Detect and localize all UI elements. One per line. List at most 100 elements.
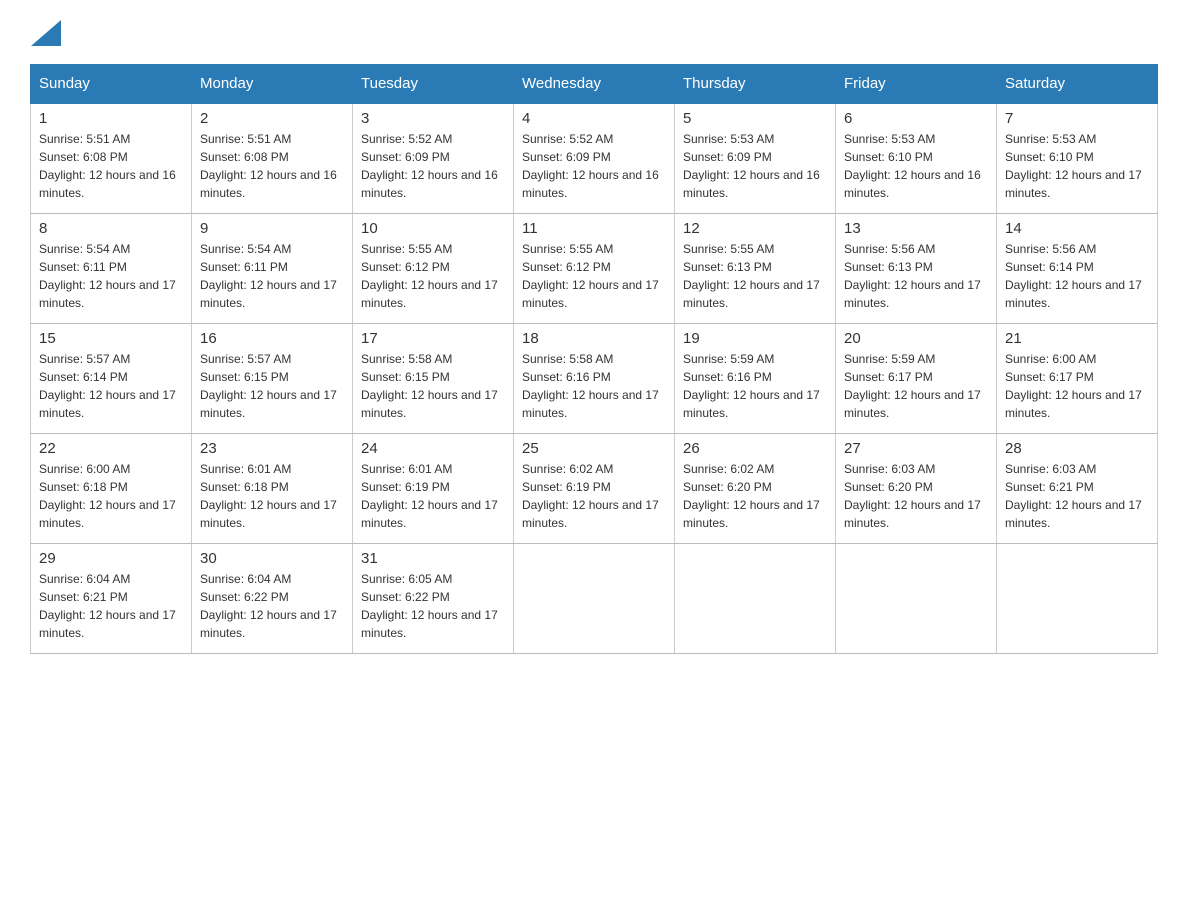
day-info: Sunrise: 6:05 AM Sunset: 6:22 PM Dayligh… xyxy=(361,570,505,642)
day-info: Sunrise: 6:00 AM Sunset: 6:17 PM Dayligh… xyxy=(1005,350,1149,422)
day-info: Sunrise: 5:52 AM Sunset: 6:09 PM Dayligh… xyxy=(361,130,505,202)
calendar-cell: 2 Sunrise: 5:51 AM Sunset: 6:08 PM Dayli… xyxy=(192,103,353,213)
day-number: 6 xyxy=(844,110,988,127)
calendar-header-row: SundayMondayTuesdayWednesdayThursdayFrid… xyxy=(31,65,1158,104)
day-info: Sunrise: 5:55 AM Sunset: 6:12 PM Dayligh… xyxy=(522,240,666,312)
day-number: 31 xyxy=(361,550,505,567)
calendar-cell: 20 Sunrise: 5:59 AM Sunset: 6:17 PM Dayl… xyxy=(836,323,997,433)
day-number: 1 xyxy=(39,110,183,127)
day-number: 2 xyxy=(200,110,344,127)
day-info: Sunrise: 5:52 AM Sunset: 6:09 PM Dayligh… xyxy=(522,130,666,202)
calendar-cell xyxy=(997,543,1158,653)
calendar-cell: 28 Sunrise: 6:03 AM Sunset: 6:21 PM Dayl… xyxy=(997,433,1158,543)
calendar-cell: 9 Sunrise: 5:54 AM Sunset: 6:11 PM Dayli… xyxy=(192,213,353,323)
day-number: 22 xyxy=(39,440,183,457)
page-header xyxy=(30,20,1158,44)
logo xyxy=(30,20,61,44)
day-number: 26 xyxy=(683,440,827,457)
day-info: Sunrise: 6:00 AM Sunset: 6:18 PM Dayligh… xyxy=(39,460,183,532)
day-info: Sunrise: 6:04 AM Sunset: 6:21 PM Dayligh… xyxy=(39,570,183,642)
calendar-cell: 11 Sunrise: 5:55 AM Sunset: 6:12 PM Dayl… xyxy=(514,213,675,323)
day-number: 19 xyxy=(683,330,827,347)
calendar-cell: 24 Sunrise: 6:01 AM Sunset: 6:19 PM Dayl… xyxy=(353,433,514,543)
calendar-cell: 10 Sunrise: 5:55 AM Sunset: 6:12 PM Dayl… xyxy=(353,213,514,323)
header-tuesday: Tuesday xyxy=(353,65,514,104)
day-info: Sunrise: 5:57 AM Sunset: 6:15 PM Dayligh… xyxy=(200,350,344,422)
day-number: 17 xyxy=(361,330,505,347)
calendar-cell: 25 Sunrise: 6:02 AM Sunset: 6:19 PM Dayl… xyxy=(514,433,675,543)
day-info: Sunrise: 5:51 AM Sunset: 6:08 PM Dayligh… xyxy=(39,130,183,202)
calendar-cell: 31 Sunrise: 6:05 AM Sunset: 6:22 PM Dayl… xyxy=(353,543,514,653)
calendar-table: SundayMondayTuesdayWednesdayThursdayFrid… xyxy=(30,64,1158,654)
day-info: Sunrise: 5:58 AM Sunset: 6:16 PM Dayligh… xyxy=(522,350,666,422)
day-number: 8 xyxy=(39,220,183,237)
header-friday: Friday xyxy=(836,65,997,104)
day-number: 5 xyxy=(683,110,827,127)
calendar-cell: 13 Sunrise: 5:56 AM Sunset: 6:13 PM Dayl… xyxy=(836,213,997,323)
calendar-cell: 26 Sunrise: 6:02 AM Sunset: 6:20 PM Dayl… xyxy=(675,433,836,543)
calendar-cell: 27 Sunrise: 6:03 AM Sunset: 6:20 PM Dayl… xyxy=(836,433,997,543)
calendar-cell: 30 Sunrise: 6:04 AM Sunset: 6:22 PM Dayl… xyxy=(192,543,353,653)
day-info: Sunrise: 5:59 AM Sunset: 6:17 PM Dayligh… xyxy=(844,350,988,422)
day-info: Sunrise: 6:03 AM Sunset: 6:20 PM Dayligh… xyxy=(844,460,988,532)
day-number: 30 xyxy=(200,550,344,567)
day-number: 28 xyxy=(1005,440,1149,457)
calendar-cell: 3 Sunrise: 5:52 AM Sunset: 6:09 PM Dayli… xyxy=(353,103,514,213)
day-number: 21 xyxy=(1005,330,1149,347)
calendar-week-row: 22 Sunrise: 6:00 AM Sunset: 6:18 PM Dayl… xyxy=(31,433,1158,543)
calendar-cell: 29 Sunrise: 6:04 AM Sunset: 6:21 PM Dayl… xyxy=(31,543,192,653)
day-info: Sunrise: 6:02 AM Sunset: 6:20 PM Dayligh… xyxy=(683,460,827,532)
calendar-cell: 22 Sunrise: 6:00 AM Sunset: 6:18 PM Dayl… xyxy=(31,433,192,543)
day-info: Sunrise: 5:54 AM Sunset: 6:11 PM Dayligh… xyxy=(200,240,344,312)
calendar-cell: 1 Sunrise: 5:51 AM Sunset: 6:08 PM Dayli… xyxy=(31,103,192,213)
day-info: Sunrise: 5:54 AM Sunset: 6:11 PM Dayligh… xyxy=(39,240,183,312)
day-info: Sunrise: 5:53 AM Sunset: 6:09 PM Dayligh… xyxy=(683,130,827,202)
calendar-cell: 14 Sunrise: 5:56 AM Sunset: 6:14 PM Dayl… xyxy=(997,213,1158,323)
day-info: Sunrise: 6:01 AM Sunset: 6:18 PM Dayligh… xyxy=(200,460,344,532)
day-number: 23 xyxy=(200,440,344,457)
day-number: 27 xyxy=(844,440,988,457)
day-info: Sunrise: 5:53 AM Sunset: 6:10 PM Dayligh… xyxy=(844,130,988,202)
day-info: Sunrise: 6:01 AM Sunset: 6:19 PM Dayligh… xyxy=(361,460,505,532)
calendar-cell: 7 Sunrise: 5:53 AM Sunset: 6:10 PM Dayli… xyxy=(997,103,1158,213)
logo-triangle-icon xyxy=(31,20,61,46)
day-number: 14 xyxy=(1005,220,1149,237)
day-number: 29 xyxy=(39,550,183,567)
day-info: Sunrise: 5:59 AM Sunset: 6:16 PM Dayligh… xyxy=(683,350,827,422)
day-number: 13 xyxy=(844,220,988,237)
calendar-cell: 18 Sunrise: 5:58 AM Sunset: 6:16 PM Dayl… xyxy=(514,323,675,433)
calendar-cell: 8 Sunrise: 5:54 AM Sunset: 6:11 PM Dayli… xyxy=(31,213,192,323)
calendar-cell: 23 Sunrise: 6:01 AM Sunset: 6:18 PM Dayl… xyxy=(192,433,353,543)
calendar-cell: 6 Sunrise: 5:53 AM Sunset: 6:10 PM Dayli… xyxy=(836,103,997,213)
day-info: Sunrise: 6:04 AM Sunset: 6:22 PM Dayligh… xyxy=(200,570,344,642)
calendar-cell xyxy=(836,543,997,653)
day-info: Sunrise: 5:53 AM Sunset: 6:10 PM Dayligh… xyxy=(1005,130,1149,202)
calendar-cell: 19 Sunrise: 5:59 AM Sunset: 6:16 PM Dayl… xyxy=(675,323,836,433)
header-thursday: Thursday xyxy=(675,65,836,104)
day-info: Sunrise: 5:55 AM Sunset: 6:12 PM Dayligh… xyxy=(361,240,505,312)
calendar-cell: 16 Sunrise: 5:57 AM Sunset: 6:15 PM Dayl… xyxy=(192,323,353,433)
day-number: 11 xyxy=(522,220,666,237)
day-info: Sunrise: 5:58 AM Sunset: 6:15 PM Dayligh… xyxy=(361,350,505,422)
calendar-cell: 4 Sunrise: 5:52 AM Sunset: 6:09 PM Dayli… xyxy=(514,103,675,213)
calendar-cell xyxy=(514,543,675,653)
day-number: 7 xyxy=(1005,110,1149,127)
day-info: Sunrise: 5:55 AM Sunset: 6:13 PM Dayligh… xyxy=(683,240,827,312)
header-monday: Monday xyxy=(192,65,353,104)
day-number: 20 xyxy=(844,330,988,347)
header-saturday: Saturday xyxy=(997,65,1158,104)
day-info: Sunrise: 5:57 AM Sunset: 6:14 PM Dayligh… xyxy=(39,350,183,422)
day-number: 3 xyxy=(361,110,505,127)
day-number: 4 xyxy=(522,110,666,127)
calendar-week-row: 8 Sunrise: 5:54 AM Sunset: 6:11 PM Dayli… xyxy=(31,213,1158,323)
calendar-cell: 21 Sunrise: 6:00 AM Sunset: 6:17 PM Dayl… xyxy=(997,323,1158,433)
calendar-week-row: 29 Sunrise: 6:04 AM Sunset: 6:21 PM Dayl… xyxy=(31,543,1158,653)
day-number: 9 xyxy=(200,220,344,237)
day-number: 24 xyxy=(361,440,505,457)
calendar-week-row: 1 Sunrise: 5:51 AM Sunset: 6:08 PM Dayli… xyxy=(31,103,1158,213)
day-number: 25 xyxy=(522,440,666,457)
day-number: 10 xyxy=(361,220,505,237)
day-number: 12 xyxy=(683,220,827,237)
day-info: Sunrise: 6:02 AM Sunset: 6:19 PM Dayligh… xyxy=(522,460,666,532)
header-sunday: Sunday xyxy=(31,65,192,104)
